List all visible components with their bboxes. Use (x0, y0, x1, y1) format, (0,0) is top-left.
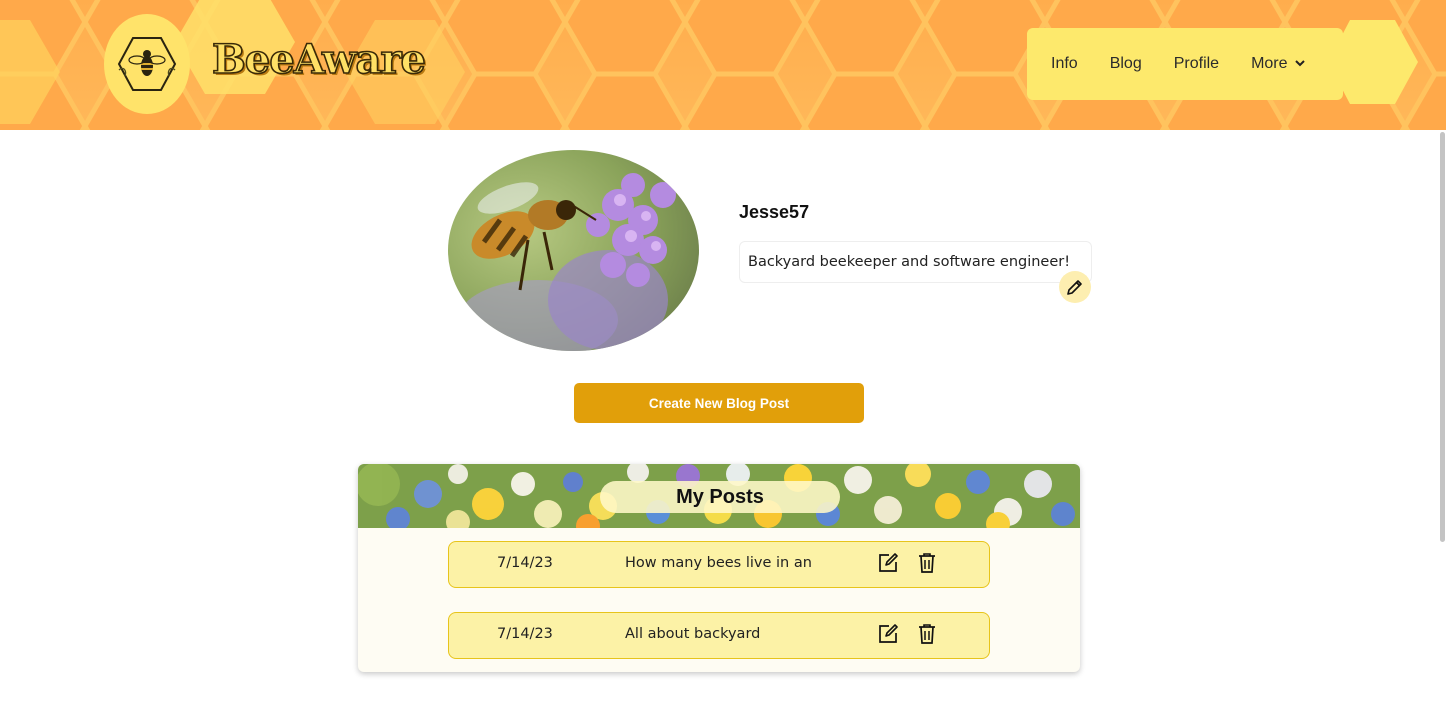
profile-bio: Backyard beekeeper and software engineer… (739, 241, 1092, 283)
profile-username: Jesse57 (739, 202, 810, 222)
scrollbar-thumb[interactable] (1440, 132, 1445, 542)
main-nav: Info Blog Profile More (1027, 28, 1343, 100)
bee-photo (448, 150, 699, 351)
edit-post-icon[interactable] (877, 552, 899, 578)
edit-bio-button[interactable] (1059, 271, 1091, 303)
trash-icon[interactable] (917, 623, 937, 649)
chevron-down-icon (1294, 55, 1306, 73)
bee-icon (117, 37, 177, 91)
brand-name[interactable]: BeeAware (211, 35, 427, 84)
post-title[interactable]: How many bees live in an (625, 555, 812, 571)
trash-icon[interactable] (917, 552, 937, 578)
profile-avatar[interactable] (448, 150, 699, 351)
logo-badge[interactable] (104, 14, 190, 114)
nav-more[interactable]: More (1251, 55, 1305, 73)
nav-blog[interactable]: Blog (1110, 55, 1142, 73)
post-title[interactable]: All about backyard (625, 626, 760, 642)
nav-info[interactable]: Info (1051, 55, 1078, 73)
post-date: 7/14/23 (497, 626, 553, 642)
post-row[interactable]: 7/14/23 How many bees live in an (448, 541, 990, 588)
pencil-icon (1067, 280, 1082, 295)
create-blog-post-button[interactable]: Create New Blog Post (574, 383, 864, 423)
edit-post-icon[interactable] (877, 623, 899, 649)
my-posts-title: My Posts (600, 481, 840, 513)
post-row[interactable]: 7/14/23 All about backyard (448, 612, 990, 659)
post-date: 7/14/23 (497, 555, 553, 571)
nav-profile[interactable]: Profile (1174, 55, 1219, 73)
site-header: BeeAware Info Blog Profile More (0, 0, 1446, 130)
my-posts-card: My Posts 7/14/23 How many bees live in a… (358, 464, 1080, 672)
nav-more-label: More (1251, 55, 1288, 72)
